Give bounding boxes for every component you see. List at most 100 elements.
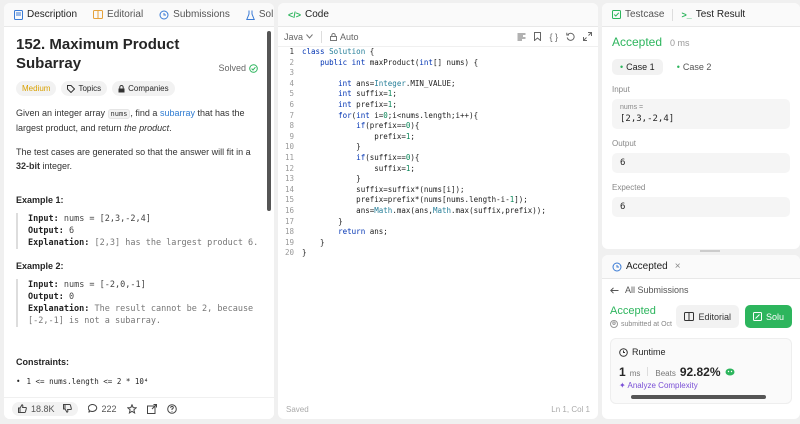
tab-solutions[interactable]: Solutions xyxy=(242,9,274,20)
subarray-link[interactable]: subarray xyxy=(160,108,195,118)
toolbar-divider xyxy=(321,30,323,43)
bookmark-icon[interactable] xyxy=(534,32,542,42)
tab-editorial[interactable]: Editorial xyxy=(89,9,147,20)
runtime-title: Runtime xyxy=(632,347,666,357)
code-line: 5 int suffix=1; xyxy=(278,89,598,100)
example-explanation: The result cannot be 2, because xyxy=(89,304,254,314)
problem-note: The test cases are generated so that the… xyxy=(16,145,262,173)
tab-test-result[interactable]: >_ Test Result xyxy=(677,9,749,20)
description-footer: 18.8K 222 xyxy=(4,397,274,419)
code-line: 13 } xyxy=(278,174,598,185)
case-label: Case 2 xyxy=(682,62,712,72)
line-number: 18 xyxy=(284,227,294,237)
edit-icon xyxy=(752,312,762,321)
code-text: if(prefix==0){ xyxy=(356,121,420,131)
line-number: 10 xyxy=(284,142,294,152)
topics-label: Topics xyxy=(78,84,102,93)
output-label: Output: xyxy=(28,226,64,236)
editor-actions: { } xyxy=(517,32,592,42)
test-result-panel: Testcase >_ Test Result Accepted 0 ms • C… xyxy=(602,3,800,249)
companies-chip[interactable]: Companies xyxy=(112,81,175,96)
tab-accepted[interactable]: Accepted × xyxy=(608,261,685,272)
close-icon[interactable]: × xyxy=(675,261,681,272)
topics-chip[interactable]: Topics xyxy=(61,81,108,96)
line-number: 3 xyxy=(289,68,294,78)
code-text: int suffix=1; xyxy=(338,89,397,99)
line-number: 15 xyxy=(284,195,294,205)
description-content: 152. Maximum Product Subarray Solved Med… xyxy=(4,27,274,395)
braces-icon[interactable]: { } xyxy=(549,32,558,42)
editorial-button-label: Editorial xyxy=(698,311,731,322)
input-label: Input: xyxy=(28,214,59,224)
code-toolbar: Java Auto { } xyxy=(278,27,598,47)
case-1-tab[interactable]: • Case 1 xyxy=(612,59,663,75)
tab-solutions-label: Solutions xyxy=(258,9,274,20)
auto-mode-toggle[interactable]: Auto xyxy=(330,32,359,42)
comment-icon xyxy=(87,404,98,413)
code-editor[interactable]: 1 class Solution {2 public int maxProduct… xyxy=(278,47,598,399)
tab-test-result-label: Test Result xyxy=(695,9,746,20)
expand-icon[interactable] xyxy=(583,32,592,42)
code-line: 11 if(suffix==0){ xyxy=(278,153,598,164)
line-number: 19 xyxy=(284,237,294,247)
expected-section-label: Expected xyxy=(612,183,646,192)
tab-code[interactable]: </> Code xyxy=(284,9,333,20)
history-icon xyxy=(612,262,622,272)
sparkle-icon: ✦ xyxy=(619,381,626,390)
like-count: 18.8K xyxy=(31,403,55,414)
editor-statusbar: Saved Ln 1, Col 1 xyxy=(278,399,598,419)
code-line: 6 int prefix=1; xyxy=(278,100,598,111)
code-text: int ans=Integer.MIN_VALUE; xyxy=(338,78,456,88)
submission-content: All Submissions Accepted submitted at Oc… xyxy=(602,279,800,410)
star-icon[interactable] xyxy=(126,403,137,414)
code-text: ans=Math.max(ans,Math.max(suffix,prefix)… xyxy=(302,205,546,215)
code-text: } xyxy=(302,216,343,226)
analyze-complexity-link[interactable]: ✦ Analyze Complexity xyxy=(619,381,783,390)
input-section-label: Input xyxy=(612,85,630,94)
solution-button[interactable]: Solu xyxy=(744,305,792,328)
code-line: 17 } xyxy=(278,217,598,228)
submission-status: Accepted xyxy=(610,305,656,317)
language-select[interactable]: Java xyxy=(284,32,313,42)
tab-submissions[interactable]: Submissions xyxy=(155,9,234,20)
input-var-name: nums = xyxy=(620,104,644,111)
reset-icon[interactable] xyxy=(566,32,575,42)
line-number: 9 xyxy=(289,131,294,141)
like-button[interactable]: 18.8K xyxy=(12,401,78,416)
all-submissions-link[interactable]: All Submissions xyxy=(610,285,792,295)
bullet-icon: • xyxy=(16,377,21,386)
format-icon[interactable] xyxy=(517,32,526,42)
code-tabbar: </> Code xyxy=(278,3,598,27)
case-2-tab[interactable]: • Case 2 xyxy=(669,59,720,75)
example-output: 6 xyxy=(63,226,75,236)
difficulty-chip[interactable]: Medium xyxy=(16,81,57,96)
flask-icon xyxy=(245,10,255,20)
description-scrollbar[interactable] xyxy=(267,31,271,211)
problem-title: 152. Maximum Product Subarray xyxy=(16,36,180,72)
lock-icon xyxy=(118,84,125,93)
stat-divider xyxy=(647,367,649,376)
chevron-down-icon xyxy=(306,34,313,39)
runtime-unit: ms xyxy=(629,369,641,378)
arrow-left-icon xyxy=(610,286,619,294)
desc-text: Given an integer array xyxy=(16,108,108,118)
line-number: 20 xyxy=(284,248,294,258)
tab-testcase[interactable]: Testcase xyxy=(608,9,668,20)
tab-description[interactable]: Description xyxy=(10,9,81,20)
editorial-button[interactable]: Editorial xyxy=(676,305,739,328)
share-icon[interactable] xyxy=(146,403,157,414)
test-result-content: Accepted 0 ms • Case 1 • Case 2 Input nums… xyxy=(602,27,800,225)
clock-icon xyxy=(619,347,628,357)
panel-resize-handle[interactable] xyxy=(700,250,720,252)
help-icon[interactable] xyxy=(166,403,177,414)
code-text: prefix=prefix*(nums[nums.length-i-1]); xyxy=(302,195,528,205)
code-text: suffix=1; xyxy=(302,163,415,173)
avatar-icon xyxy=(610,320,618,328)
line-number: 6 xyxy=(289,99,294,109)
runtime-scrollbar[interactable] xyxy=(631,395,766,399)
example1-box: Input: nums = [2,3,-2,4] Output: 6 Expla… xyxy=(16,213,262,249)
comments-button[interactable]: 222 xyxy=(87,404,117,414)
beats-label: Beats xyxy=(655,369,676,378)
code-line: 12 suffix=1; xyxy=(278,164,598,175)
submission-panel: Accepted × All Submissions Accepted subm… xyxy=(602,255,800,419)
